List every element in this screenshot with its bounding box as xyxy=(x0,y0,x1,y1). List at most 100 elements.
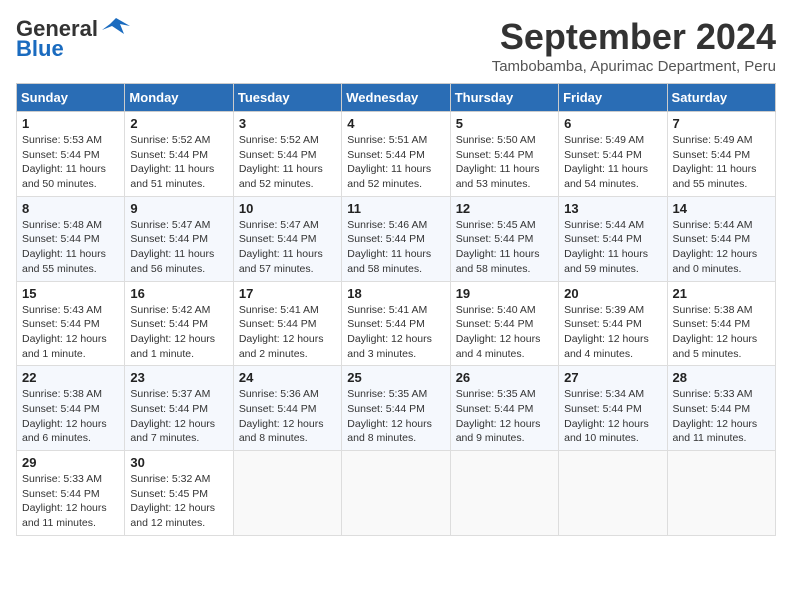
sunrise-label: Sunrise: 5:37 AM xyxy=(130,388,210,400)
daylight-label: Daylight: 11 hours and 55 minutes. xyxy=(673,163,757,190)
daylight-label: Daylight: 12 hours and 4 minutes. xyxy=(456,333,541,360)
calendar-day-4: 4 Sunrise: 5:51 AM Sunset: 5:44 PM Dayli… xyxy=(342,112,450,197)
calendar-day-6: 6 Sunrise: 5:49 AM Sunset: 5:44 PM Dayli… xyxy=(559,112,667,197)
sunrise-label: Sunrise: 5:34 AM xyxy=(564,388,644,400)
day-info: Sunrise: 5:52 AM Sunset: 5:44 PM Dayligh… xyxy=(239,133,336,192)
day-number: 1 xyxy=(22,116,119,131)
calendar-day-28: 28 Sunrise: 5:33 AM Sunset: 5:44 PM Dayl… xyxy=(667,366,775,451)
title-block: September 2024 Tambobamba, Apurimac Depa… xyxy=(492,16,776,75)
daylight-label: Daylight: 11 hours and 52 minutes. xyxy=(239,163,323,190)
sunset-label: Sunset: 5:44 PM xyxy=(239,149,317,161)
day-info: Sunrise: 5:50 AM Sunset: 5:44 PM Dayligh… xyxy=(456,133,553,192)
day-number: 21 xyxy=(673,286,770,301)
day-info: Sunrise: 5:34 AM Sunset: 5:44 PM Dayligh… xyxy=(564,387,661,446)
daylight-label: Daylight: 11 hours and 50 minutes. xyxy=(22,163,106,190)
daylight-label: Daylight: 12 hours and 2 minutes. xyxy=(239,333,324,360)
sunrise-label: Sunrise: 5:38 AM xyxy=(22,388,102,400)
day-info: Sunrise: 5:52 AM Sunset: 5:44 PM Dayligh… xyxy=(130,133,227,192)
weekday-header-tuesday: Tuesday xyxy=(233,84,341,112)
calendar-day-7: 7 Sunrise: 5:49 AM Sunset: 5:44 PM Dayli… xyxy=(667,112,775,197)
month-year-title: September 2024 xyxy=(492,16,776,58)
daylight-label: Daylight: 11 hours and 59 minutes. xyxy=(564,248,648,275)
daylight-label: Daylight: 11 hours and 53 minutes. xyxy=(456,163,540,190)
logo: General Blue xyxy=(16,16,130,62)
calendar-day-30: 30 Sunrise: 5:32 AM Sunset: 5:45 PM Dayl… xyxy=(125,451,233,536)
daylight-label: Daylight: 12 hours and 0 minutes. xyxy=(673,248,758,275)
day-info: Sunrise: 5:46 AM Sunset: 5:44 PM Dayligh… xyxy=(347,218,444,277)
day-number: 27 xyxy=(564,370,661,385)
sunrise-label: Sunrise: 5:43 AM xyxy=(22,304,102,316)
calendar-day-24: 24 Sunrise: 5:36 AM Sunset: 5:44 PM Dayl… xyxy=(233,366,341,451)
calendar-day-25: 25 Sunrise: 5:35 AM Sunset: 5:44 PM Dayl… xyxy=(342,366,450,451)
day-info: Sunrise: 5:32 AM Sunset: 5:45 PM Dayligh… xyxy=(130,472,227,531)
day-info: Sunrise: 5:33 AM Sunset: 5:44 PM Dayligh… xyxy=(22,472,119,531)
sunset-label: Sunset: 5:44 PM xyxy=(130,233,208,245)
weekday-header-friday: Friday xyxy=(559,84,667,112)
daylight-label: Daylight: 11 hours and 58 minutes. xyxy=(456,248,540,275)
daylight-label: Daylight: 12 hours and 3 minutes. xyxy=(347,333,432,360)
day-number: 23 xyxy=(130,370,227,385)
day-info: Sunrise: 5:36 AM Sunset: 5:44 PM Dayligh… xyxy=(239,387,336,446)
calendar-day-27: 27 Sunrise: 5:34 AM Sunset: 5:44 PM Dayl… xyxy=(559,366,667,451)
sunset-label: Sunset: 5:44 PM xyxy=(456,403,534,415)
calendar-day-14: 14 Sunrise: 5:44 AM Sunset: 5:44 PM Dayl… xyxy=(667,196,775,281)
calendar-day-5: 5 Sunrise: 5:50 AM Sunset: 5:44 PM Dayli… xyxy=(450,112,558,197)
location-subtitle: Tambobamba, Apurimac Department, Peru xyxy=(492,58,776,75)
calendar-day-16: 16 Sunrise: 5:42 AM Sunset: 5:44 PM Dayl… xyxy=(125,281,233,366)
weekday-header-monday: Monday xyxy=(125,84,233,112)
empty-cell xyxy=(450,451,558,536)
sunset-label: Sunset: 5:44 PM xyxy=(564,233,642,245)
sunrise-label: Sunrise: 5:45 AM xyxy=(456,219,536,231)
sunrise-label: Sunrise: 5:44 AM xyxy=(564,219,644,231)
day-number: 16 xyxy=(130,286,227,301)
sunset-label: Sunset: 5:44 PM xyxy=(22,403,100,415)
calendar-table: SundayMondayTuesdayWednesdayThursdayFrid… xyxy=(16,83,776,536)
sunset-label: Sunset: 5:44 PM xyxy=(22,318,100,330)
sunset-label: Sunset: 5:44 PM xyxy=(673,318,751,330)
calendar-week-2: 8 Sunrise: 5:48 AM Sunset: 5:44 PM Dayli… xyxy=(17,196,776,281)
day-number: 3 xyxy=(239,116,336,131)
sunset-label: Sunset: 5:44 PM xyxy=(22,233,100,245)
day-info: Sunrise: 5:45 AM Sunset: 5:44 PM Dayligh… xyxy=(456,218,553,277)
day-number: 2 xyxy=(130,116,227,131)
sunset-label: Sunset: 5:44 PM xyxy=(347,233,425,245)
day-info: Sunrise: 5:44 AM Sunset: 5:44 PM Dayligh… xyxy=(564,218,661,277)
sunrise-label: Sunrise: 5:49 AM xyxy=(673,134,753,146)
calendar-day-19: 19 Sunrise: 5:40 AM Sunset: 5:44 PM Dayl… xyxy=(450,281,558,366)
day-info: Sunrise: 5:47 AM Sunset: 5:44 PM Dayligh… xyxy=(239,218,336,277)
sunset-label: Sunset: 5:44 PM xyxy=(239,403,317,415)
day-number: 30 xyxy=(130,455,227,470)
day-info: Sunrise: 5:38 AM Sunset: 5:44 PM Dayligh… xyxy=(673,303,770,362)
day-number: 22 xyxy=(22,370,119,385)
calendar-day-3: 3 Sunrise: 5:52 AM Sunset: 5:44 PM Dayli… xyxy=(233,112,341,197)
day-number: 28 xyxy=(673,370,770,385)
daylight-label: Daylight: 12 hours and 8 minutes. xyxy=(239,418,324,445)
calendar-week-4: 22 Sunrise: 5:38 AM Sunset: 5:44 PM Dayl… xyxy=(17,366,776,451)
daylight-label: Daylight: 11 hours and 54 minutes. xyxy=(564,163,648,190)
day-info: Sunrise: 5:40 AM Sunset: 5:44 PM Dayligh… xyxy=(456,303,553,362)
sunset-label: Sunset: 5:44 PM xyxy=(564,318,642,330)
weekday-header-wednesday: Wednesday xyxy=(342,84,450,112)
day-info: Sunrise: 5:49 AM Sunset: 5:44 PM Dayligh… xyxy=(564,133,661,192)
daylight-label: Daylight: 11 hours and 55 minutes. xyxy=(22,248,106,275)
calendar-day-22: 22 Sunrise: 5:38 AM Sunset: 5:44 PM Dayl… xyxy=(17,366,125,451)
daylight-label: Daylight: 12 hours and 4 minutes. xyxy=(564,333,649,360)
empty-cell xyxy=(342,451,450,536)
sunrise-label: Sunrise: 5:38 AM xyxy=(673,304,753,316)
day-number: 9 xyxy=(130,201,227,216)
day-info: Sunrise: 5:51 AM Sunset: 5:44 PM Dayligh… xyxy=(347,133,444,192)
calendar-day-23: 23 Sunrise: 5:37 AM Sunset: 5:44 PM Dayl… xyxy=(125,366,233,451)
weekday-header-thursday: Thursday xyxy=(450,84,558,112)
day-info: Sunrise: 5:53 AM Sunset: 5:44 PM Dayligh… xyxy=(22,133,119,192)
weekday-header-saturday: Saturday xyxy=(667,84,775,112)
calendar-day-9: 9 Sunrise: 5:47 AM Sunset: 5:44 PM Dayli… xyxy=(125,196,233,281)
day-number: 12 xyxy=(456,201,553,216)
sunrise-label: Sunrise: 5:52 AM xyxy=(239,134,319,146)
day-number: 26 xyxy=(456,370,553,385)
day-info: Sunrise: 5:35 AM Sunset: 5:44 PM Dayligh… xyxy=(456,387,553,446)
day-number: 8 xyxy=(22,201,119,216)
day-info: Sunrise: 5:41 AM Sunset: 5:44 PM Dayligh… xyxy=(347,303,444,362)
day-number: 6 xyxy=(564,116,661,131)
daylight-label: Daylight: 12 hours and 1 minute. xyxy=(22,333,107,360)
daylight-label: Daylight: 12 hours and 10 minutes. xyxy=(564,418,649,445)
